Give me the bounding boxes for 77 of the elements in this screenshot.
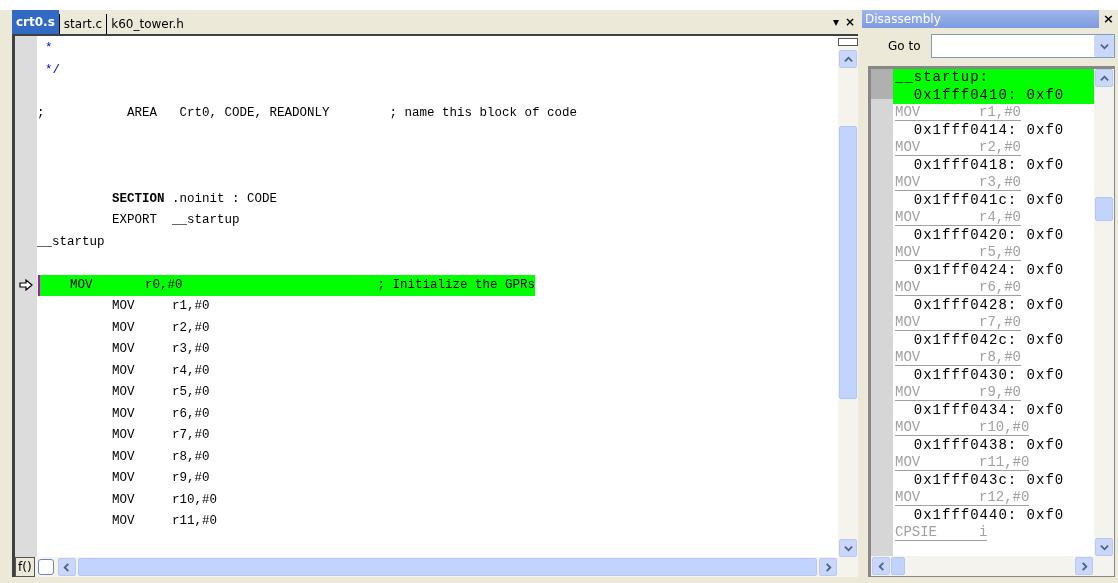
scrollbar-thumb[interactable]: [839, 126, 857, 399]
toggle-button[interactable]: [37, 559, 54, 575]
scroll-left-button[interactable]: [57, 558, 76, 576]
horizontal-scrollbar-thumb[interactable]: [77, 558, 817, 576]
scrollbar-thumb[interactable]: [1095, 197, 1113, 221]
vertical-scrollbar[interactable]: [838, 36, 858, 557]
tab-menu-button[interactable]: ▾: [829, 15, 842, 29]
code-line: MOV r7,#0: [111, 427, 210, 444]
function-list-button[interactable]: f(): [15, 557, 35, 577]
code-line: *: [44, 40, 53, 57]
code-line: MOV r2,#0: [111, 319, 210, 337]
vertical-scrollbar[interactable]: [1094, 69, 1114, 556]
chevron-down-icon: [843, 543, 853, 553]
code-line: SECTION .noinit : CODE: [111, 190, 278, 208]
chevron-left-icon: [876, 561, 886, 571]
address-line: 0x1fff0424: 0xf0: [912, 261, 1065, 278]
code-line: MOV r5,#0: [111, 384, 210, 401]
address-line: 0x1fff0410: 0xf0: [912, 86, 1065, 103]
address-line: 0x1fff0430: 0xf0: [912, 366, 1065, 383]
code-line: __startup: [37, 233, 105, 251]
code-line: MOV r6,#0: [111, 405, 210, 423]
code-line: MOV r1,#0: [111, 298, 210, 315]
splitter-handle[interactable]: [838, 38, 858, 46]
instruction-line: MOV r4,#0: [895, 210, 1022, 226]
goto-label: Go to: [888, 39, 921, 53]
scroll-left-button[interactable]: [872, 557, 890, 575]
file-tab[interactable]: crt0.s: [12, 10, 59, 34]
panel-title: Disassembly: [865, 12, 942, 26]
code-line: MOV r10,#0: [111, 491, 218, 509]
chevron-down-icon: [1099, 41, 1109, 51]
address-line: 0x1fff0428: 0xf0: [912, 296, 1065, 313]
chevron-up-icon: [1099, 73, 1109, 83]
code-line: */: [44, 61, 60, 79]
address-line: 0x1fff0420: 0xf0: [912, 226, 1065, 243]
address-line: 0x1fff0434: 0xf0: [912, 401, 1065, 418]
code-line: MOV r8,#0: [111, 448, 210, 466]
address-line: 0x1fff0414: 0xf0: [912, 121, 1065, 138]
goto-combobox[interactable]: [930, 34, 1115, 58]
address-line: 0x1fff0440: 0xf0: [912, 506, 1065, 523]
address-line: 0x1fff0418: 0xf0: [912, 156, 1065, 173]
close-button[interactable]: ×: [841, 15, 858, 29]
code-line: MOV r4,#0: [111, 362, 210, 380]
chevron-left-icon: [62, 562, 72, 572]
instruction-line: MOV r12,#0: [895, 490, 1030, 506]
close-button[interactable]: ×: [1099, 10, 1118, 28]
instruction-line: MOV r6,#0: [895, 280, 1022, 296]
scroll-right-button[interactable]: [1075, 557, 1093, 575]
scroll-up-button[interactable]: [839, 50, 857, 68]
instruction-line: MOV r8,#0: [895, 350, 1022, 366]
instruction-line: MOV r9,#0: [895, 385, 1022, 401]
chevron-up-icon: [843, 54, 853, 64]
address-line: 0x1fff043c: 0xf0: [912, 471, 1065, 488]
address-line: 0x1fff042c: 0xf0: [912, 331, 1065, 348]
address-line: 0x1fff0438: 0xf0: [912, 436, 1065, 453]
address-line: 0x1fff041c: 0xf0: [912, 191, 1065, 208]
instruction-line: MOV r1,#0: [895, 105, 1022, 121]
instruction-line: MOV r5,#0: [895, 245, 1022, 261]
scroll-up-button[interactable]: [1095, 69, 1113, 87]
horizontal-scrollbar-thumb[interactable]: [891, 557, 905, 575]
code-line: ; AREA Crt0, CODE, READONLY ; name this block of code: [37, 104, 578, 122]
code-line: MOV r3,#0: [111, 341, 210, 358]
instruction-line: MOV r3,#0: [895, 175, 1022, 191]
scroll-right-button[interactable]: [819, 558, 837, 576]
instruction-line: CPSIE i: [895, 525, 988, 541]
code-line: MOV r11,#0: [111, 513, 218, 530]
chevron-right-icon: [823, 562, 833, 572]
scroll-down-button[interactable]: [839, 539, 857, 557]
instruction-line: MOV r11,#0: [895, 455, 1030, 471]
instruction-line: MOV r10,#0: [895, 420, 1030, 436]
code-line: MOV r9,#0: [111, 470, 210, 487]
chevron-right-icon: [1079, 561, 1089, 571]
label-line: __startup:: [895, 69, 989, 85]
instruction-line: MOV r7,#0: [895, 315, 1022, 331]
instruction-line: MOV r2,#0: [895, 140, 1022, 156]
scroll-down-button[interactable]: [1095, 538, 1113, 556]
chevron-down-icon: [1099, 542, 1109, 552]
code-line: EXPORT __startup: [111, 212, 240, 229]
